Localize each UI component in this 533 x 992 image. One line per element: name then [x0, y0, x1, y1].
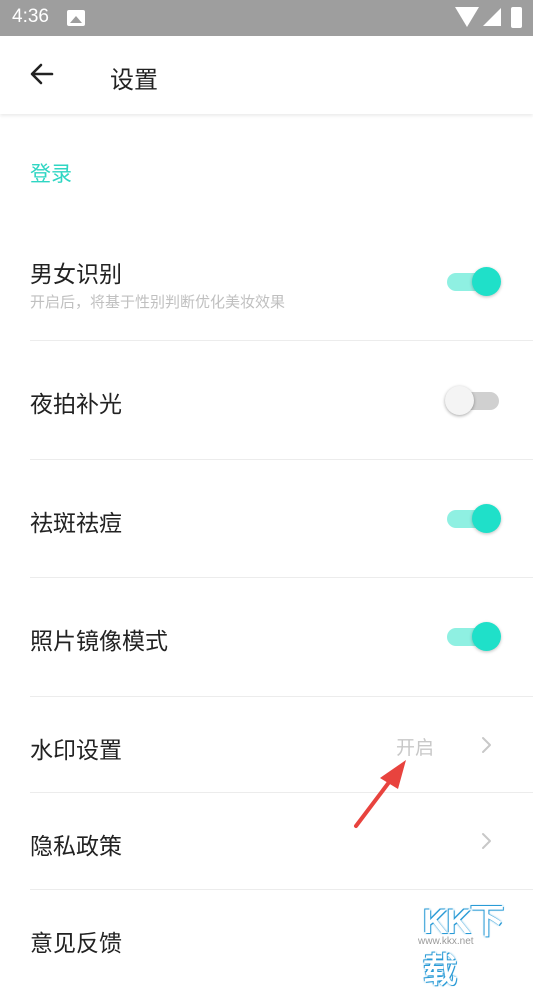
- toggle-knob: [472, 504, 501, 533]
- setting-label: 男女识别: [30, 262, 122, 288]
- app-bar: 设置: [0, 36, 533, 114]
- setting-privacy-policy[interactable]: 隐私政策: [0, 793, 533, 889]
- image-notification-icon: [67, 10, 85, 26]
- setting-label: 隐私政策: [30, 834, 122, 860]
- setting-label: 意见反馈: [30, 931, 122, 957]
- site-watermark-url: www.kkx.net: [418, 936, 474, 947]
- setting-blemish-removal: 祛斑祛痘: [0, 460, 533, 577]
- setting-night-fill-light: 夜拍补光: [0, 341, 533, 459]
- mirror-mode-toggle[interactable]: [447, 622, 501, 652]
- status-bar: 4:36: [0, 0, 533, 36]
- cell-signal-icon: [483, 8, 501, 26]
- chevron-right-icon[interactable]: [477, 830, 495, 852]
- back-arrow-icon[interactable]: [28, 60, 56, 88]
- setting-value: 开启: [396, 737, 435, 759]
- setting-label: 照片镜像模式: [30, 629, 168, 655]
- page-title: 设置: [110, 66, 158, 94]
- setting-subtitle: 开启后，将基于性别判断优化美妆效果: [30, 293, 286, 311]
- setting-gender-detection: 男女识别 开启后，将基于性别判断优化美妆效果: [0, 250, 533, 340]
- setting-label: 水印设置: [30, 738, 122, 764]
- setting-label: 夜拍补光: [30, 392, 122, 418]
- toggle-knob: [472, 622, 501, 651]
- chevron-right-icon[interactable]: [477, 734, 495, 756]
- toggle-knob: [445, 386, 474, 415]
- gender-detection-toggle[interactable]: [447, 267, 501, 297]
- toggle-knob: [472, 267, 501, 296]
- section-header-login[interactable]: 登录: [30, 158, 72, 188]
- blemish-removal-toggle[interactable]: [447, 504, 501, 534]
- setting-watermark[interactable]: 水印设置 开启: [0, 697, 533, 792]
- wifi-icon: [455, 7, 479, 27]
- night-fill-light-toggle[interactable]: [445, 386, 501, 416]
- status-time: 4:36: [12, 6, 49, 27]
- setting-label: 祛斑祛痘: [30, 511, 122, 537]
- setting-mirror-mode: 照片镜像模式: [0, 578, 533, 696]
- battery-icon: [511, 7, 522, 28]
